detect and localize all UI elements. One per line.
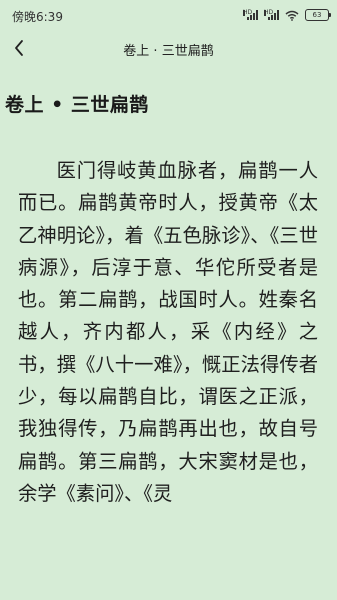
signal-icon-2: HD [264,10,279,20]
signal-icon: HD [243,10,258,20]
signal-label-2: HD [264,9,274,16]
chapter-title: 卷上 • 三世扁鹊 [5,94,149,116]
chevron-left-icon[interactable] [8,36,32,60]
battery-icon: 63 [305,9,331,21]
nav-title: 卷上 · 三世扁鹊 [123,44,214,59]
content-paragraph: 医门得岐黄血脉者，扁鹊一人而已。扁鹊黄帝时人，授黄帝《太乙神明论》，着《五色脉诊… [18,159,318,505]
status-bar: 傍晚6:39 HD HD 63 [0,0,337,32]
reading-content[interactable]: 医门得岐黄血脉者，扁鹊一人而已。扁鹊黄帝时人，授黄帝《太乙神明论》，着《五色脉诊… [18,155,318,600]
status-icons: HD HD 63 [243,7,331,23]
status-time: 傍晚6:39 [12,10,63,24]
top-bar: 卷上 · 三世扁鹊 [0,32,337,66]
signal-label: HD [243,9,253,16]
wifi-icon [285,10,299,21]
